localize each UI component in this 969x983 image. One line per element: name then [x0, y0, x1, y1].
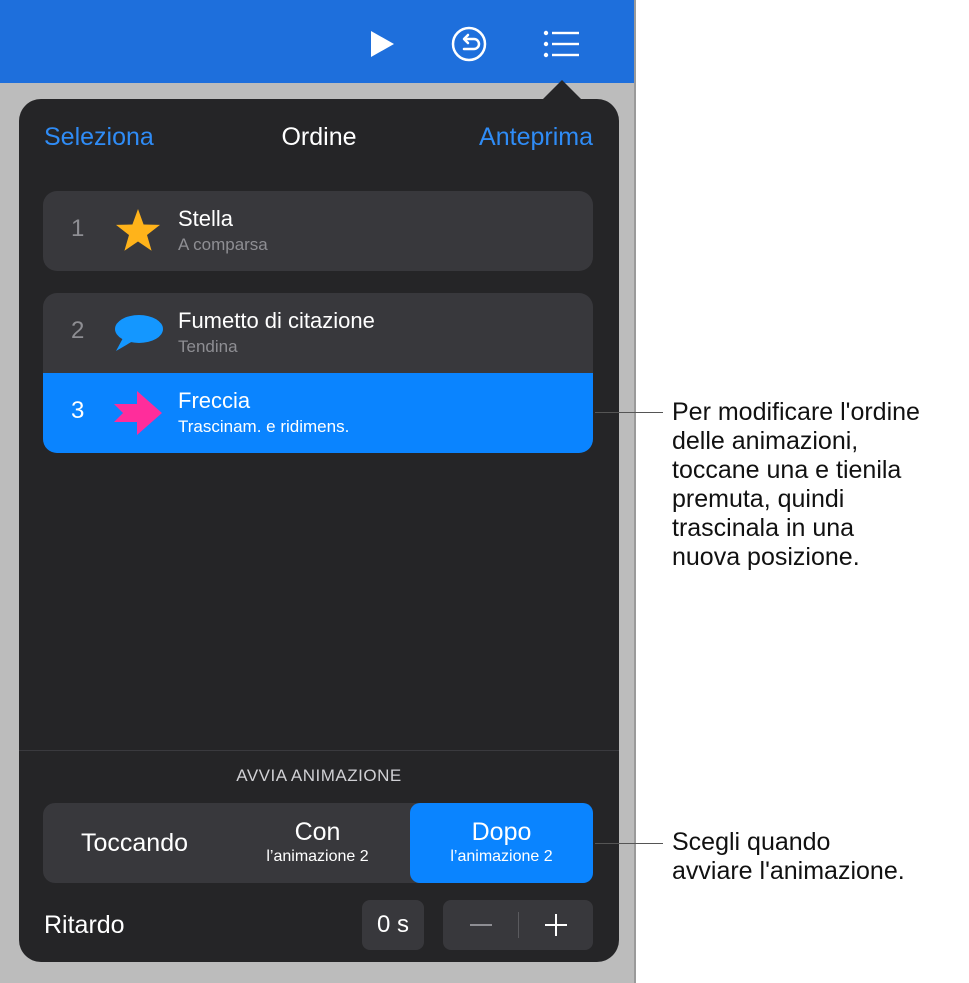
segment-on-tap[interactable]: Toccando — [43, 803, 226, 883]
play-icon — [371, 31, 394, 57]
callout-line-text: premuta, quindi — [672, 485, 845, 513]
delay-label: Ritardo — [44, 911, 125, 939]
callout-reorder: Per modificare l'ordine delle animazioni… — [672, 398, 920, 572]
preview-button[interactable]: Anteprima — [479, 123, 593, 152]
star-icon — [116, 209, 160, 251]
callout-start: Scegli quando avviare l'animazione. — [672, 828, 905, 886]
animation-effect: Trascinam. e ridimens. — [178, 417, 350, 436]
segment-label: Toccando — [80, 829, 189, 857]
animation-group: 2 Fumetto di citazione Tendina 3 Freccia… — [43, 293, 593, 453]
app-frame: Seleziona Ordine Anteprima 1 Stella A co… — [0, 0, 636, 983]
animation-title: Stella — [178, 206, 234, 231]
toolbar — [0, 0, 634, 83]
arrow-icon — [114, 391, 162, 435]
delay-value[interactable]: 0 s — [362, 900, 424, 950]
start-trigger-segmented-control: Toccando Con l’animazione 2 Dopo l’anima… — [43, 803, 593, 883]
increment-button[interactable] — [518, 900, 593, 950]
minus-icon — [469, 924, 492, 926]
callout-line-text: trascinala in una — [672, 514, 855, 542]
animation-number: 2 — [71, 317, 85, 344]
section-divider — [19, 750, 619, 751]
segment-with-previous[interactable]: Con l’animazione 2 — [226, 803, 409, 883]
segment-after-previous[interactable]: Dopo l’animazione 2 — [410, 803, 593, 883]
segment-label: Dopo — [471, 818, 532, 846]
animation-effect: Tendina — [178, 337, 238, 356]
animation-group: 1 Stella A comparsa — [43, 191, 593, 271]
animation-row-selected[interactable]: 3 Freccia Trascinam. e ridimens. — [43, 373, 593, 453]
animation-effect: A comparsa — [178, 235, 268, 254]
callout-line-text: nuova posizione. — [672, 543, 860, 571]
callout-line-text: delle animazioni, — [672, 427, 859, 455]
speech-bubble-icon — [115, 315, 163, 351]
animation-number: 3 — [71, 397, 85, 424]
animation-order-popover: Seleziona Ordine Anteprima 1 Stella A co… — [19, 99, 619, 962]
animation-title: Fumetto di citazione — [178, 308, 375, 333]
plus-icon — [544, 914, 567, 936]
delay-stepper — [443, 900, 593, 950]
list-icon — [543, 30, 579, 58]
segment-label: Con — [294, 818, 341, 846]
callout-line-reorder — [595, 412, 663, 413]
rewind-button[interactable] — [449, 22, 489, 66]
decrement-button[interactable] — [443, 900, 518, 950]
callout-line-text: toccane una e tienila — [672, 456, 902, 484]
callout-line-start — [595, 843, 663, 844]
segment-sublabel: l’animazione 2 — [450, 848, 553, 865]
start-animation-label: AVVIA ANIMAZIONE — [236, 766, 402, 785]
popover-arrow — [542, 80, 582, 100]
animation-row[interactable]: 2 Fumetto di citazione Tendina — [43, 293, 593, 373]
rewind-icon — [451, 26, 487, 62]
animation-list-button[interactable] — [541, 22, 581, 66]
callout-line-text: Scegli quando — [672, 828, 831, 856]
animation-title: Freccia — [178, 388, 251, 413]
play-button[interactable] — [362, 22, 402, 66]
callout-line-text: Per modificare l'ordine — [672, 398, 920, 426]
animation-number: 1 — [71, 215, 85, 242]
callout-line-text: avviare l'animazione. — [672, 857, 905, 885]
segment-sublabel: l’animazione 2 — [266, 848, 369, 865]
animation-row[interactable]: 1 Stella A comparsa — [43, 191, 593, 271]
